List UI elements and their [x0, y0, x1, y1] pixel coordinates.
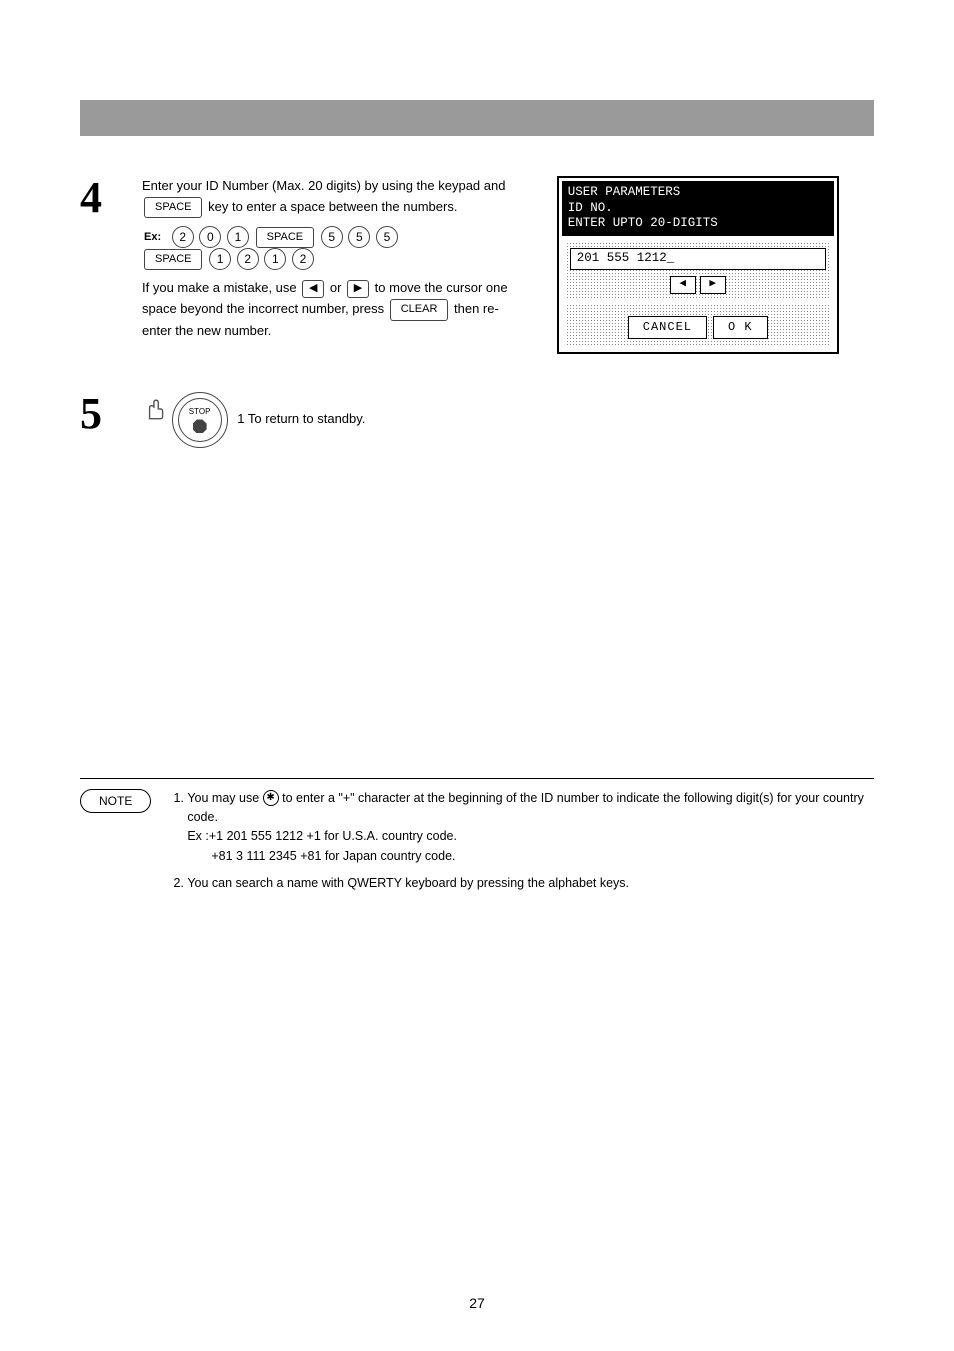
step4-text-2a: If you make a mistake, use	[142, 280, 300, 295]
right-column: USER PARAMETERS ID NO. ENTER UPTO 20-DIG…	[557, 176, 874, 498]
step5-text: 1 To return to standby.	[237, 411, 365, 426]
left-column: 4 Enter your ID Number (Max. 20 digits) …	[80, 176, 517, 498]
step-5-body: STOP 1 To return to standby.	[142, 392, 517, 448]
asterisk-key-icon: ✱	[263, 790, 279, 806]
note-label: NOTE	[80, 789, 151, 814]
step-4: 4 Enter your ID Number (Max. 20 digits) …	[80, 176, 517, 342]
section-title-bar	[80, 100, 874, 136]
keypad-2: 2	[172, 226, 194, 248]
main-columns: 4 Enter your ID Number (Max. 20 digits) …	[80, 176, 874, 498]
lcd-body: 201 555 1212_ ◀ ▶ CANCEL O K	[562, 236, 834, 349]
hand-pointer-icon	[142, 411, 172, 426]
lcd-header: USER PARAMETERS ID NO. ENTER UPTO 20-DIG…	[562, 181, 834, 236]
lcd-dot-area-2: CANCEL O K	[566, 304, 830, 345]
note1-a: You may use	[187, 791, 262, 805]
lcd-left-arrow: ◀	[670, 276, 696, 294]
step-number: 5	[80, 392, 122, 448]
lcd-h3: ENTER UPTO 20-DIGITS	[568, 216, 718, 230]
lcd-input-field: 201 555 1212_	[570, 248, 826, 270]
step4-text-b: key to enter a space between the numbers…	[208, 199, 457, 214]
lcd-screen: USER PARAMETERS ID NO. ENTER UPTO 20-DIG…	[557, 176, 839, 354]
stop-octagon-icon	[193, 419, 207, 433]
step4-text-a: Enter your ID Number (Max. 20 digits) by…	[142, 178, 505, 193]
note-row: NOTE You may use ✱ to enter a "+" charac…	[80, 789, 874, 902]
keypad-2: 2	[237, 248, 259, 270]
page-container: 4 Enter your ID Number (Max. 20 digits) …	[0, 0, 954, 1351]
lcd-right-arrow: ▶	[700, 276, 726, 294]
lcd-h2: ID NO.	[568, 201, 613, 215]
lcd-cancel-button: CANCEL	[628, 316, 707, 339]
keypad-2: 2	[292, 248, 314, 270]
step4-text-2b: or	[330, 280, 345, 295]
right-arrow-key: ▶	[347, 280, 369, 298]
ex-label: Ex:	[144, 229, 165, 247]
note1-b: to enter a "+" character at the beginnin…	[187, 791, 864, 824]
keypad-5: 5	[376, 226, 398, 248]
keypad-1: 1	[264, 248, 286, 270]
lcd-ok-button: O K	[713, 316, 768, 339]
stop-label: STOP	[189, 406, 211, 419]
lcd-dot-area-1: 201 555 1212_ ◀ ▶	[566, 242, 830, 300]
keypad-5: 5	[348, 226, 370, 248]
stop-button-icon: STOP	[172, 392, 228, 448]
step-5: 5 STOP 1 To return to standby.	[80, 392, 517, 448]
space-key: SPACE	[144, 249, 202, 271]
lcd-h1: USER PARAMETERS	[568, 185, 681, 199]
note1-c: Ex :+1 201 555 1212 +1 for U.S.A. countr…	[187, 829, 457, 843]
key-sequence: Ex: 2 0 1 SPACE 5 5 5 SPACE 1 2 1 2	[142, 226, 517, 270]
note-item-2: You can search a name with QWERTY keyboa…	[187, 874, 874, 893]
note1-d: +81 3 111 2345 +81 for Japan country cod…	[211, 849, 455, 863]
keypad-0: 0	[199, 226, 221, 248]
left-arrow-key: ◀	[302, 280, 324, 298]
keypad-5: 5	[321, 226, 343, 248]
step-number: 4	[80, 176, 122, 342]
note-separator: NOTE You may use ✱ to enter a "+" charac…	[80, 778, 874, 902]
keypad-1: 1	[209, 248, 231, 270]
note-item-1: You may use ✱ to enter a "+" character a…	[187, 789, 874, 867]
keypad-1: 1	[227, 226, 249, 248]
note-body: You may use ✱ to enter a "+" character a…	[169, 789, 874, 902]
space-key: SPACE	[144, 197, 202, 219]
clear-key: CLEAR	[390, 299, 449, 321]
step-4-body: Enter your ID Number (Max. 20 digits) by…	[142, 176, 517, 342]
space-key: SPACE	[256, 227, 314, 249]
page-number: 27	[0, 1295, 954, 1311]
